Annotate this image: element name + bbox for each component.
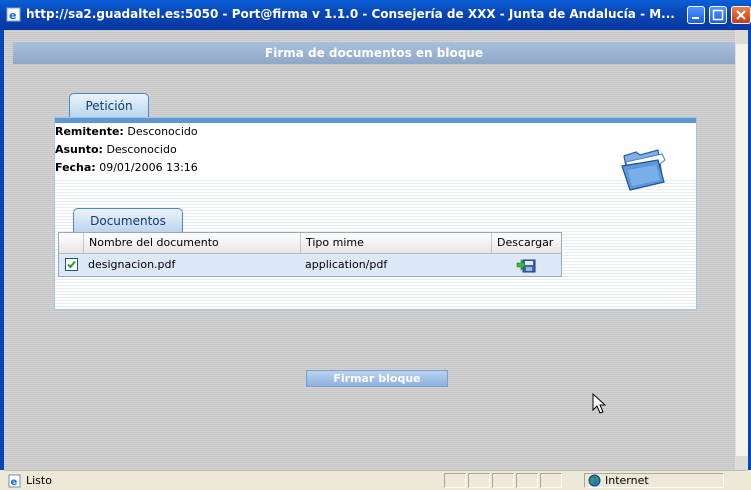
document-mime: application/pdf bbox=[305, 258, 388, 271]
status-segment bbox=[492, 473, 514, 488]
svg-text:e: e bbox=[11, 477, 18, 488]
page-title: Firma de documentos en bloque bbox=[13, 42, 735, 64]
zone-label: Internet bbox=[605, 474, 649, 487]
table-row: designacion.pdf application/pdf bbox=[59, 254, 561, 276]
minimize-icon bbox=[692, 17, 699, 19]
minimize-button[interactable] bbox=[687, 6, 705, 24]
download-save-icon[interactable] bbox=[516, 257, 536, 273]
status-segment bbox=[468, 473, 490, 488]
document-name[interactable]: designacion.pdf bbox=[88, 254, 175, 276]
fecha-label: Fecha: bbox=[55, 161, 96, 174]
panel-top-rule bbox=[55, 118, 696, 123]
status-segment bbox=[516, 473, 538, 488]
asunto-value: Desconocido bbox=[106, 143, 177, 156]
globe-icon bbox=[588, 474, 601, 487]
close-button[interactable] bbox=[731, 6, 751, 24]
col-descargar[interactable]: Descargar bbox=[491, 233, 563, 253]
ie-page-icon: e bbox=[8, 474, 21, 488]
open-folder-icon bbox=[621, 149, 666, 191]
vertical-scrollbar[interactable] bbox=[735, 30, 748, 470]
status-bar: e Listo Internet bbox=[4, 470, 747, 490]
scroll-down-button[interactable] bbox=[736, 456, 748, 470]
row-checkbox[interactable] bbox=[65, 258, 78, 271]
maximize-button[interactable] bbox=[709, 6, 727, 24]
asunto-label: Asunto: bbox=[55, 143, 103, 156]
tab-documentos[interactable]: Documentos bbox=[73, 208, 183, 233]
mouse-pointer-icon bbox=[592, 393, 607, 414]
status-zone-panel: Internet bbox=[584, 473, 724, 488]
remitente-value: Desconocido bbox=[127, 125, 198, 138]
col-nombre[interactable]: Nombre del documento bbox=[83, 233, 300, 253]
scroll-up-button[interactable] bbox=[736, 30, 748, 44]
status-segment bbox=[540, 473, 562, 488]
status-text: Listo bbox=[26, 474, 52, 487]
fecha-row: Fecha: 09/01/2006 13:16 bbox=[55, 161, 198, 174]
documents-table-header: Nombre del documento Tipo mime Descargar bbox=[59, 233, 561, 254]
status-segment bbox=[444, 473, 466, 488]
tab-peticion[interactable]: Petición bbox=[69, 93, 149, 118]
remitente-label: Remitente: bbox=[55, 125, 124, 138]
asunto-row: Asunto: Desconocido bbox=[55, 143, 177, 156]
window-title: http://sa2.guadaltel.es:5050 - Port@firm… bbox=[26, 7, 675, 21]
firmar-bloque-button[interactable]: Firmar bloque bbox=[306, 370, 448, 387]
remitente-row: Remitente: Desconocido bbox=[55, 125, 198, 138]
close-icon bbox=[736, 10, 746, 20]
fecha-value: 09/01/2006 13:16 bbox=[99, 161, 198, 174]
checkmark-icon bbox=[67, 260, 76, 269]
documents-table: Nombre del documento Tipo mime Descargar… bbox=[58, 232, 562, 277]
svg-text:e: e bbox=[9, 9, 16, 22]
window-titlebar[interactable]: e http://sa2.guadaltel.es:5050 - Port@fi… bbox=[0, 0, 751, 30]
maximize-icon bbox=[712, 9, 724, 21]
col-tipo-mime[interactable]: Tipo mime bbox=[300, 233, 491, 253]
ie-page-icon: e bbox=[6, 7, 21, 22]
